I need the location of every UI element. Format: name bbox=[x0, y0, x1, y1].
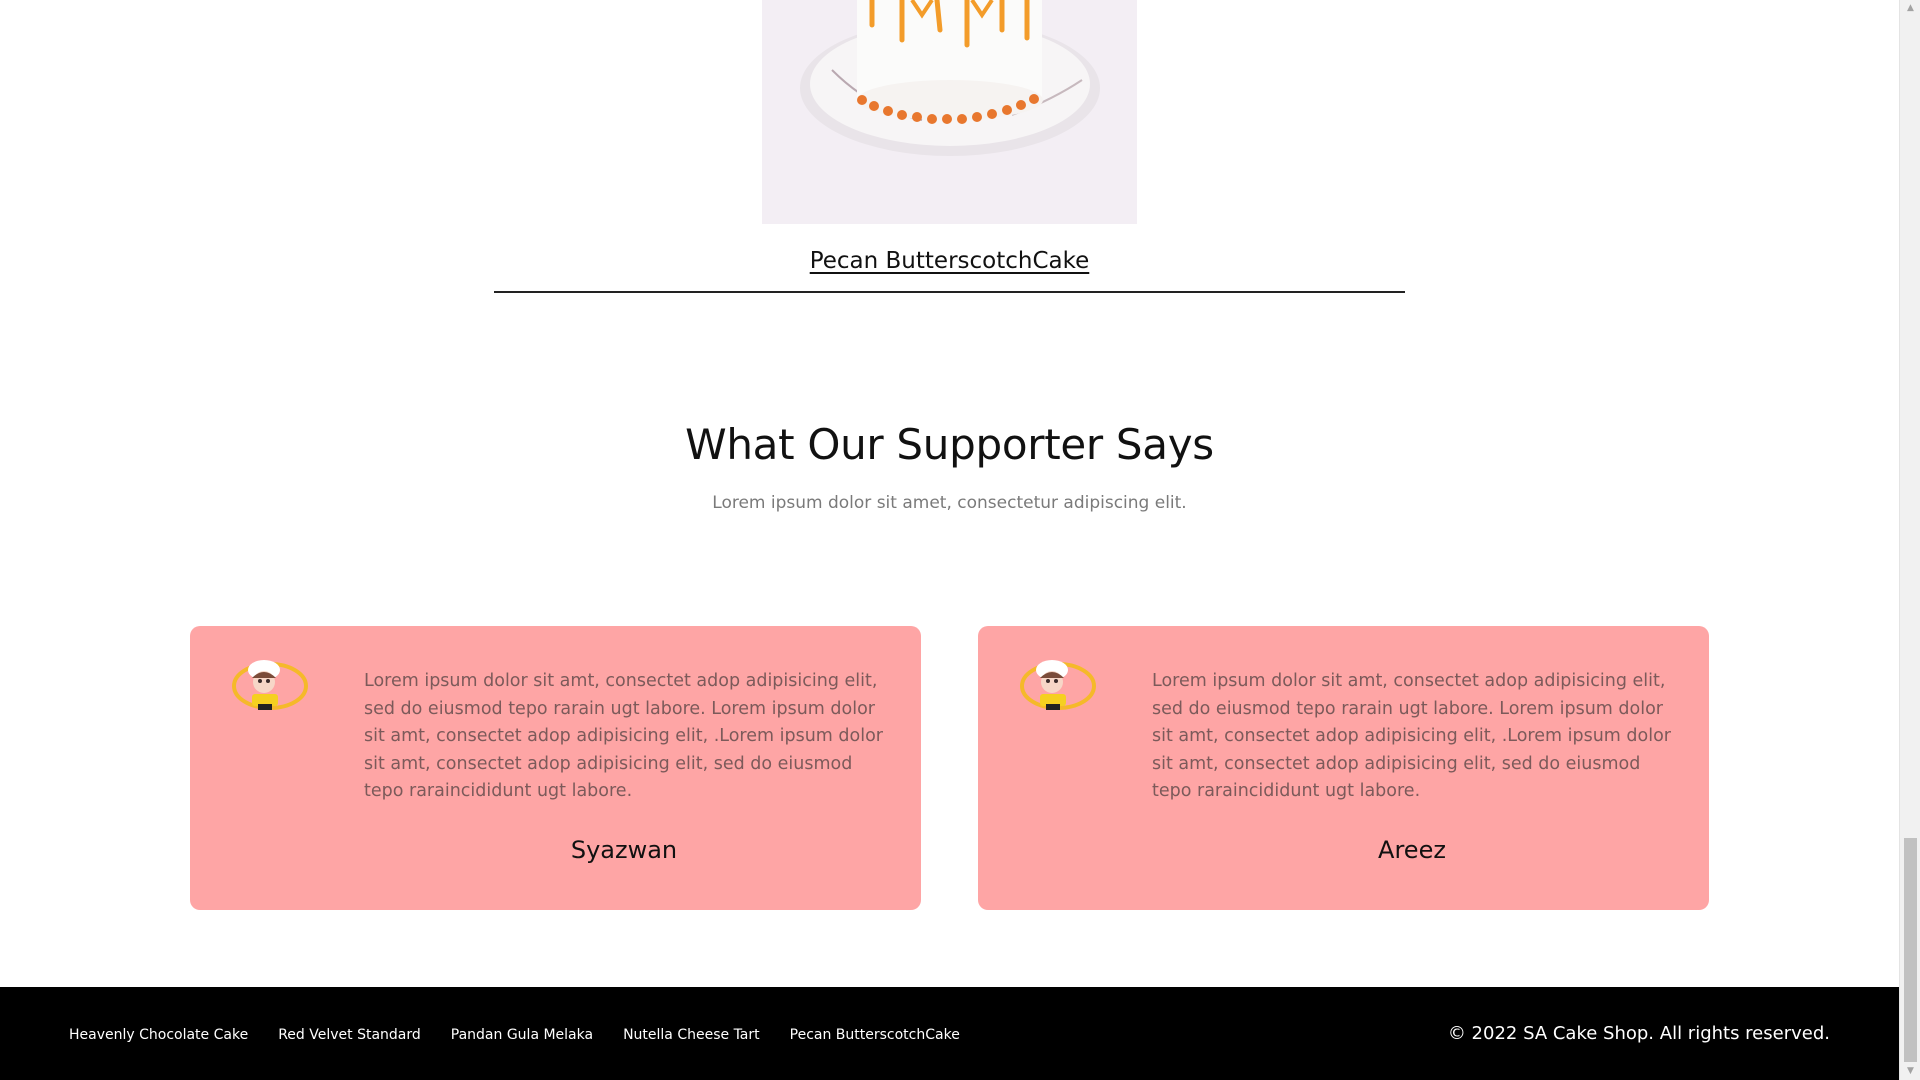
product-image-pecan-butterscotch-cake[interactable] bbox=[762, 0, 1137, 224]
cake-image bbox=[762, 0, 1137, 224]
product-divider bbox=[494, 291, 1405, 293]
testimonial-quote: Lorem ipsum dolor sit amt, consectet ado… bbox=[1152, 671, 1671, 801]
chef-avatar-icon bbox=[1020, 656, 1100, 712]
footer-link-nutella-cheese-tart[interactable]: Nutella Cheese Tart bbox=[623, 1027, 760, 1043]
footer-link-pecan-butterscotch-cake[interactable]: Pecan ButterscotchCake bbox=[790, 1027, 960, 1043]
footer-link-heavenly-chocolate-cake[interactable]: Heavenly Chocolate Cake bbox=[69, 1027, 248, 1043]
testimonial-author: Syazwan bbox=[570, 836, 678, 864]
vertical-scrollbar[interactable]: ▲ ▼ bbox=[1899, 0, 1920, 1080]
chef-avatar-icon bbox=[232, 656, 312, 712]
site-footer: Heavenly Chocolate Cake Red Velvet Stand… bbox=[0, 987, 1899, 1080]
page-viewport: Pecan ButterscotchCake What Our Supporte… bbox=[0, 0, 1899, 1080]
testimonials-title: What Our Supporter Says bbox=[685, 420, 1214, 469]
scroll-up-arrow-icon[interactable]: ▲ bbox=[1900, 0, 1920, 17]
footer-link-red-velvet-standard[interactable]: Red Velvet Standard bbox=[278, 1027, 421, 1043]
testimonial-card: Lorem ipsum dolor sit amt, consectet ado… bbox=[190, 626, 921, 910]
scrollbar-thumb[interactable] bbox=[1904, 838, 1917, 1062]
testimonials-subtitle: Lorem ipsum dolor sit amet, consectetur … bbox=[712, 493, 1187, 513]
testimonial-quote: Lorem ipsum dolor sit amt, consectet ado… bbox=[364, 671, 883, 801]
testimonial-card: Lorem ipsum dolor sit amt, consectet ado… bbox=[978, 626, 1709, 910]
product-title: Pecan ButterscotchCake bbox=[0, 248, 1899, 274]
copyright-text: © 2022 SA Cake Shop. All rights reserved… bbox=[1447, 1023, 1830, 1044]
product-title-link[interactable]: Pecan ButterscotchCake bbox=[810, 248, 1090, 274]
footer-link-pandan-gula-melaka[interactable]: Pandan Gula Melaka bbox=[451, 1027, 593, 1043]
testimonial-author: Areez bbox=[1378, 836, 1446, 864]
scroll-down-arrow-icon[interactable]: ▼ bbox=[1900, 1063, 1920, 1080]
footer-nav: Heavenly Chocolate Cake Red Velvet Stand… bbox=[69, 1027, 990, 1043]
